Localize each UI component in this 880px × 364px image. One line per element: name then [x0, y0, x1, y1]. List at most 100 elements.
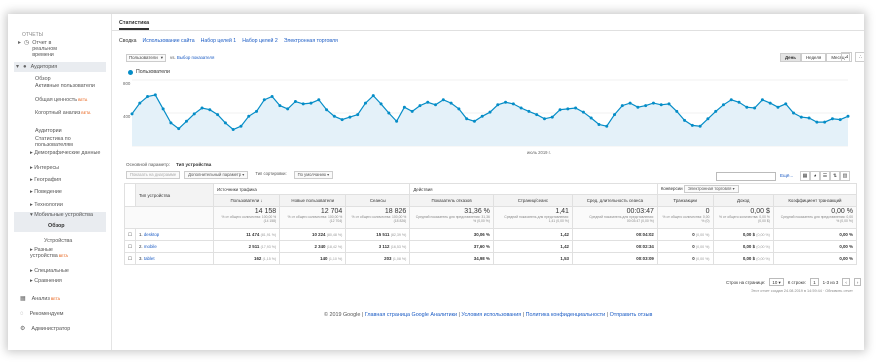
sidebar-item-audience[interactable]: ▾ ● Аудитория: [14, 62, 106, 72]
chart-point[interactable]: [247, 114, 251, 118]
advanced-filter-link[interactable]: Ещё...: [780, 173, 793, 178]
chart-point[interactable]: [496, 103, 500, 107]
chart-point[interactable]: [177, 127, 181, 131]
metric-selector[interactable]: Пользователи ▾: [126, 54, 166, 62]
pie-view-icon[interactable]: ◕: [810, 171, 820, 181]
row-dimension-link[interactable]: mobile: [144, 244, 157, 249]
sidebar-item-active-users[interactable]: Активные пользователи: [35, 83, 105, 89]
chart-point[interactable]: [527, 109, 531, 113]
chart-point[interactable]: [566, 107, 570, 111]
line-chart-icon[interactable]: ⊿: [841, 52, 852, 62]
sidebar-item-mobile[interactable]: ▾ Мобильные устройства: [14, 212, 106, 232]
chart-point[interactable]: [721, 103, 725, 107]
chart-point[interactable]: [613, 113, 617, 117]
chart-point[interactable]: [519, 106, 523, 110]
conversion-select[interactable]: Электронная торговля ▾: [683, 185, 739, 193]
sidebar-item-technology[interactable]: ▸ Технологии: [30, 202, 63, 208]
subtab-goals-2[interactable]: Набор целей 2: [242, 38, 278, 44]
chart-point[interactable]: [706, 117, 710, 121]
footer-link-feedback[interactable]: Отправить отзыв: [610, 312, 653, 318]
chart-point[interactable]: [255, 109, 259, 113]
chart-point[interactable]: [161, 107, 165, 111]
col-avg-duration[interactable]: Сред. длительность сеанса: [571, 194, 658, 207]
chart-point[interactable]: [581, 110, 585, 114]
chart-point[interactable]: [200, 106, 204, 110]
chart-point[interactable]: [597, 123, 601, 127]
chart-point[interactable]: [753, 106, 757, 110]
chart-point[interactable]: [542, 117, 546, 121]
goto-input[interactable]: 1: [810, 278, 819, 286]
chart-point[interactable]: [465, 117, 469, 121]
secondary-dimension-select[interactable]: Дополнительный параметр ▾: [184, 171, 249, 179]
chart-point[interactable]: [223, 121, 227, 125]
chart-point[interactable]: [784, 102, 788, 106]
chart-point[interactable]: [830, 117, 834, 121]
subtab-ecommerce[interactable]: Электронная торговля: [284, 38, 338, 44]
chart-point[interactable]: [130, 112, 134, 116]
period-week[interactable]: Неделя: [800, 53, 827, 62]
sidebar-item-realtime[interactable]: ▸ ◷ Отчет в реальном времени: [18, 40, 66, 58]
chart-point[interactable]: [457, 107, 461, 111]
chart-point[interactable]: [262, 98, 266, 102]
chart-point[interactable]: [714, 109, 718, 113]
chart-point[interactable]: [683, 118, 687, 122]
chart-point[interactable]: [511, 102, 515, 106]
row-dimension-link[interactable]: tablet: [144, 256, 155, 261]
chart-point[interactable]: [745, 105, 749, 109]
col-new-users[interactable]: Новые пользователи: [279, 194, 347, 207]
chart-point[interactable]: [659, 103, 663, 107]
add-metric-link[interactable]: vs. Выбор показателя: [170, 55, 214, 60]
chart-point[interactable]: [675, 109, 679, 113]
chart-point[interactable]: [504, 100, 508, 104]
sidebar-item-overview[interactable]: Обзор: [35, 76, 51, 82]
sidebar-item-recommended[interactable]: ◌ Рекомендуем: [20, 311, 64, 317]
rows-per-page-select[interactable]: 10 ▾: [769, 278, 784, 286]
chart-point[interactable]: [169, 121, 173, 125]
chart-point[interactable]: [574, 106, 578, 110]
subtab-site-usage[interactable]: Использование сайта: [143, 38, 195, 44]
chart-point[interactable]: [776, 105, 780, 109]
sidebar-item-custom[interactable]: ▸ Специальные: [30, 268, 69, 274]
chart-point[interactable]: [208, 108, 212, 112]
sidebar-item-mobile-overview[interactable]: Обзор: [48, 223, 65, 229]
col-revenue[interactable]: Доход: [712, 194, 774, 207]
row-checkbox[interactable]: ☐: [124, 252, 136, 265]
chart-point[interactable]: [395, 119, 399, 123]
plot-rows-button[interactable]: Показать на диаграмме: [126, 171, 181, 179]
chart-point[interactable]: [138, 101, 142, 105]
chart-point[interactable]: [644, 104, 648, 108]
row-checkbox[interactable]: ☐: [124, 228, 136, 241]
chart-point[interactable]: [293, 99, 297, 103]
chart-point[interactable]: [379, 102, 383, 106]
row-dimension-link[interactable]: desktop: [144, 232, 159, 237]
sidebar-item-geo[interactable]: ▸ География: [30, 177, 61, 183]
primary-dimension-value[interactable]: Тип устройства: [176, 162, 211, 167]
chart-point[interactable]: [153, 93, 157, 97]
col-device-type[interactable]: Тип устройства: [134, 183, 214, 207]
footer-link-terms[interactable]: Условия использования: [461, 312, 521, 318]
chart-point[interactable]: [636, 105, 640, 109]
chart-point[interactable]: [729, 98, 733, 102]
sidebar-item-behavior[interactable]: ▸ Поведение: [30, 189, 62, 195]
chart-point[interactable]: [356, 113, 360, 117]
sidebar-item-audiences[interactable]: Аудитории: [35, 128, 62, 134]
footer-link-privacy[interactable]: Политика конфиденциальности: [526, 312, 606, 318]
tab-statistics[interactable]: Статистика: [119, 20, 150, 30]
chart-point[interactable]: [737, 100, 741, 104]
chart-point[interactable]: [838, 118, 842, 122]
chart-point[interactable]: [760, 98, 764, 102]
sidebar-item-admin[interactable]: ⚙ Администратор: [20, 326, 70, 332]
chart-point[interactable]: [807, 116, 811, 120]
chart-point[interactable]: [628, 101, 632, 105]
sidebar-item-lifetime-value[interactable]: Общая ценностьBETA: [35, 97, 87, 103]
performance-view-icon[interactable]: ☰: [820, 171, 830, 181]
chart-point[interactable]: [286, 107, 290, 111]
chart-point[interactable]: [449, 101, 453, 105]
chart-point[interactable]: [768, 101, 772, 105]
sidebar-item-interests[interactable]: ▸ Интересы: [30, 165, 59, 171]
chart-point[interactable]: [441, 98, 445, 102]
chart-point[interactable]: [620, 104, 624, 108]
chart-point[interactable]: [846, 114, 850, 118]
col-conversion-rate[interactable]: Коэффициент транзакций: [772, 194, 858, 207]
chart-point[interactable]: [488, 110, 492, 114]
